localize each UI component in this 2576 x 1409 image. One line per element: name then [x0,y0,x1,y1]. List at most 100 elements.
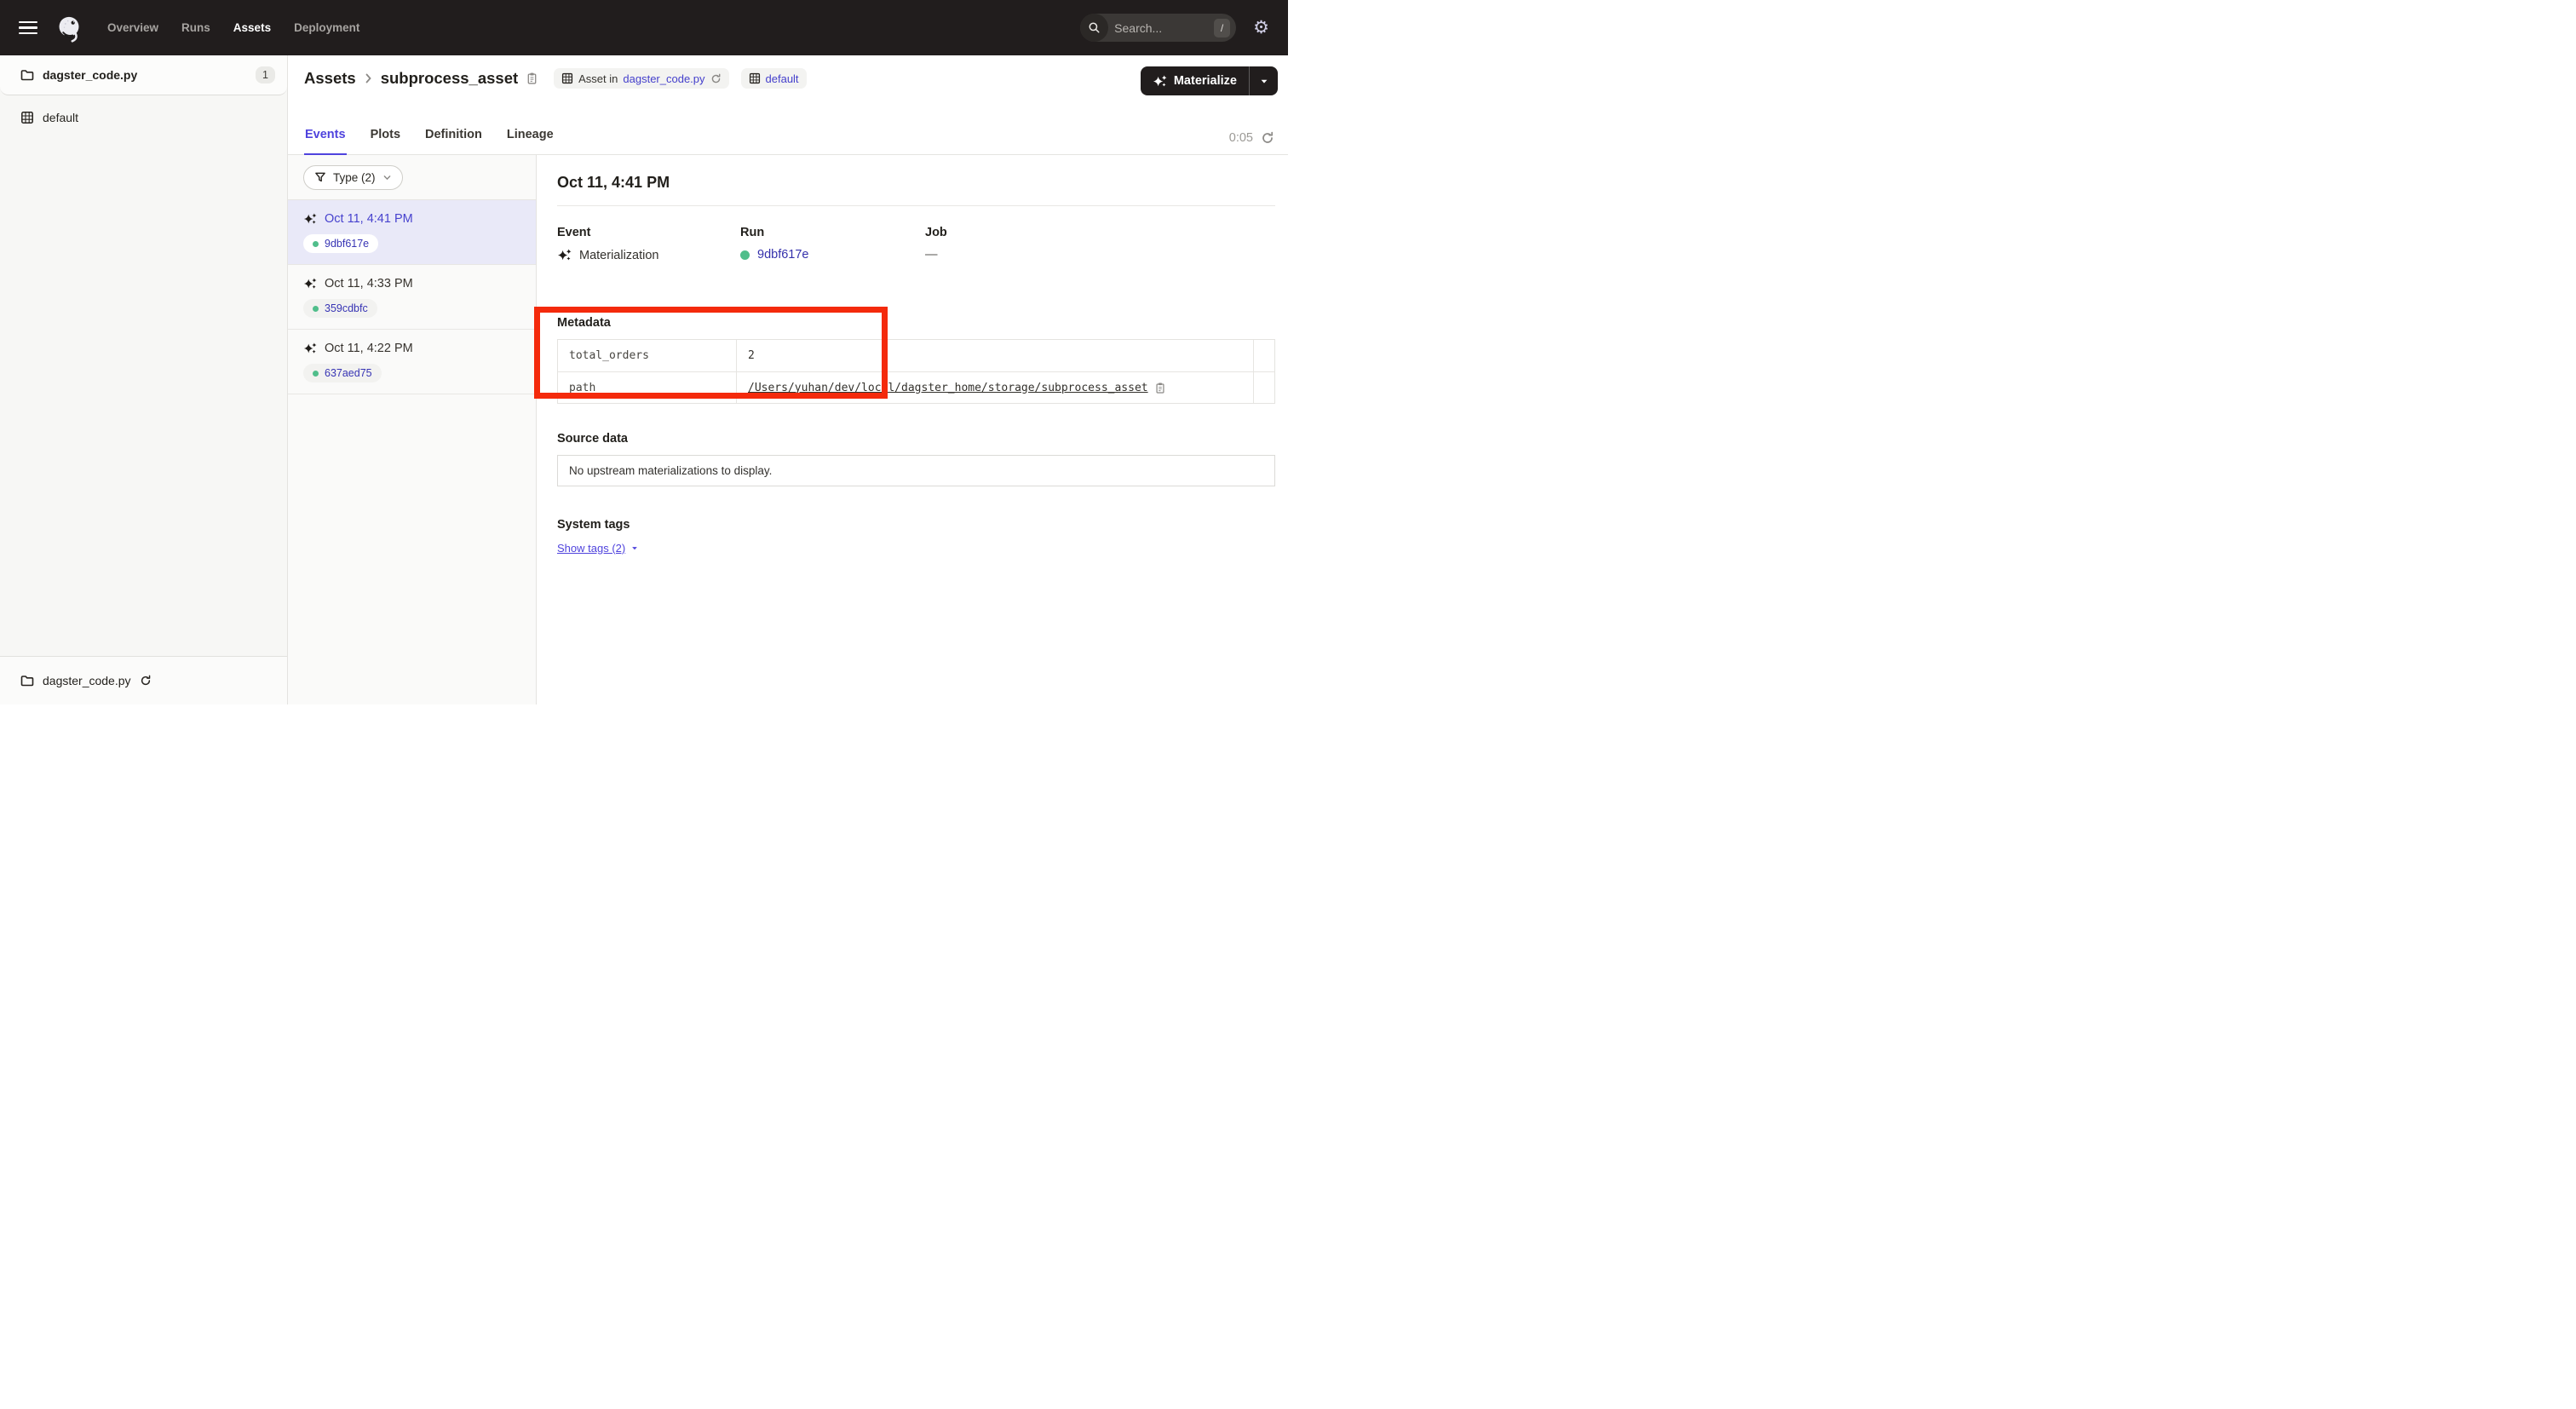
job-empty-value: — [925,248,938,262]
refresh-icon[interactable] [1261,131,1274,145]
footer-code-location-label: dagster_code.py [43,674,131,687]
run-id-pill[interactable]: 359cdbfc [303,299,377,318]
materialize-button[interactable]: Materialize [1141,66,1249,95]
run-status-dot [313,306,319,312]
materialize-dropdown-button[interactable] [1250,66,1278,95]
page-title: subprocess_asset [381,69,518,88]
grid-icon [561,72,573,84]
event-list-item[interactable]: Oct 11, 4:22 PM 637aed75 [288,330,536,394]
copy-asset-name-icon[interactable] [526,72,538,85]
group-tag-link[interactable]: default [766,72,799,85]
search-icon [1080,14,1108,42]
events-filter-bar: Type (2) [288,155,536,200]
search-input[interactable] [1114,21,1198,35]
run-id-pill[interactable]: 637aed75 [303,364,382,382]
sidebar-footer: dagster_code.py [0,656,287,704]
timer-countdown: 0:05 [1229,131,1253,145]
materialization-sparkle-icon [303,277,317,290]
materialize-label: Materialize [1174,74,1237,88]
reload-icon[interactable] [140,675,152,687]
materialize-split-button: Materialize [1141,66,1278,95]
top-nav: Overview Runs Assets Deployment / ⚙ [0,0,1288,55]
event-timestamp: Oct 11, 4:22 PM [325,342,413,355]
search-shortcut-badge: / [1214,19,1230,37]
metadata-key: total_orders [558,340,736,371]
copy-path-icon[interactable] [1154,382,1166,394]
nav-right: / ⚙ [1080,14,1269,42]
system-tags-heading: System tags [557,518,1275,532]
source-data-heading: Source data [557,432,1275,446]
table-row: total_orders 2 [558,340,1274,371]
materialization-sparkle-icon [557,248,572,262]
field-label: Event [557,226,740,239]
run-status-dot [313,241,319,247]
group-label: default [43,111,78,124]
event-timestamp: Oct 11, 4:33 PM [325,277,413,290]
metadata-path-link[interactable]: /Users/yuhan/dev/local/dagster_home/stor… [748,382,1148,394]
field-job: Job — [925,226,1108,262]
group-tag[interactable]: default [741,68,807,89]
sidebar: dagster_code.py 1 default dagster_code.p… [0,55,288,704]
metadata-key: path [558,372,736,403]
breadcrumb: Assets subprocess_asset Asset in dagster… [304,68,807,89]
search-box[interactable]: / [1080,14,1236,42]
nav-links: Overview Runs Assets Deployment [107,21,359,34]
asset-location-link[interactable]: dagster_code.py [623,72,704,85]
breadcrumb-assets-link[interactable]: Assets [304,69,356,88]
grid-icon [749,72,761,84]
run-id: 359cdbfc [325,302,368,314]
refresh-timer: 0:05 [1229,131,1274,145]
tab-plots[interactable]: Plots [370,115,401,155]
nav-item-deployment[interactable]: Deployment [294,21,359,34]
source-data-empty-box: No upstream materializations to display. [557,455,1275,486]
tab-definition[interactable]: Definition [424,115,483,155]
gear-icon[interactable]: ⚙ [1253,19,1269,37]
nav-item-assets[interactable]: Assets [233,21,271,34]
asset-location-prefix: Asset in [578,72,618,85]
asset-count-badge: 1 [256,66,275,83]
run-id-pill[interactable]: 9dbf617e [303,234,378,253]
event-summary-fields: Event Materialization Run 9dbf617e Job — [557,226,1275,262]
event-type-value: Materialization [579,249,659,262]
table-spacer-cell [1253,340,1274,371]
metadata-heading: Metadata [557,316,1275,330]
source-data-empty-message: No upstream materializations to display. [569,464,772,477]
event-detail-title: Oct 11, 4:41 PM [557,174,1275,192]
show-tags-toggle[interactable]: Show tags (2) [557,542,639,555]
field-run: Run 9dbf617e [740,226,925,262]
run-status-dot [313,371,319,377]
reload-icon[interactable] [710,73,722,84]
asset-group-icon [20,111,34,124]
run-id: 9dbf617e [325,238,369,250]
type-filter-label: Type (2) [333,171,376,184]
hamburger-menu-icon[interactable] [19,21,37,35]
table-spacer-cell [1253,372,1274,403]
event-list-item[interactable]: Oct 11, 4:41 PM 9dbf617e [288,200,536,265]
tab-lineage[interactable]: Lineage [506,115,555,155]
run-id: 637aed75 [325,367,372,379]
materialization-sparkle-icon [303,342,317,355]
type-filter-button[interactable]: Type (2) [303,165,403,190]
metadata-value: 2 [736,340,1253,371]
run-status-dot [740,250,750,260]
sidebar-item-code-location[interactable]: dagster_code.py 1 [0,55,287,95]
event-timestamp: Oct 11, 4:41 PM [325,212,413,226]
chevron-right-icon [364,72,373,84]
field-label: Job [925,226,1108,239]
events-list-panel: Type (2) Oct 11, 4:41 PM 9dbf617e Oct 11… [288,155,537,704]
dagster-logo-icon[interactable] [55,14,83,43]
run-id-link[interactable]: 9dbf617e [757,248,808,262]
folder-icon [20,674,34,687]
sidebar-item-group-default[interactable]: default [0,107,287,128]
nav-item-runs[interactable]: Runs [181,21,210,34]
folder-icon [20,68,34,82]
asset-location-tag[interactable]: Asset in dagster_code.py [554,68,728,89]
filter-funnel-icon [314,171,326,183]
tab-events[interactable]: Events [304,115,347,155]
materialization-sparkle-icon [303,212,317,226]
event-list-item[interactable]: Oct 11, 4:33 PM 359cdbfc [288,265,536,330]
metadata-table: total_orders 2 path /Users/yuhan/dev/loc… [557,339,1275,404]
divider [557,205,1275,206]
caret-down-icon [630,544,639,552]
nav-item-overview[interactable]: Overview [107,21,158,34]
